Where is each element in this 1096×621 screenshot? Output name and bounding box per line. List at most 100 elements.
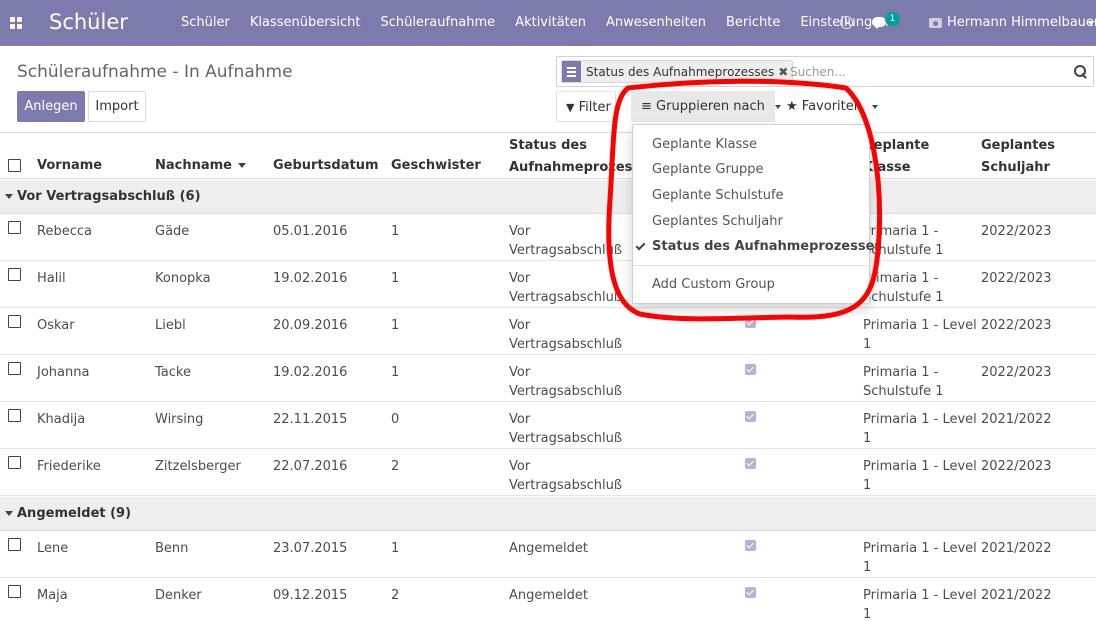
cell-status: Angemeldet <box>509 539 588 558</box>
cell-vorname: Rebecca <box>37 224 92 239</box>
filter-button-label: Filter <box>578 100 611 115</box>
caret-down-icon <box>5 511 13 516</box>
column-header-vorname[interactable]: Vorname <box>37 155 102 177</box>
favorites-button[interactable]: ★ Favoriten <box>777 91 879 122</box>
menu-item-berichte[interactable]: Berichte <box>716 0 790 46</box>
column-header-geschwister[interactable]: Geschwister <box>391 155 481 177</box>
search-input[interactable] <box>790 62 1060 82</box>
table-row[interactable]: Khadija Wirsing 22.11.2015 0 Vor Vertrags… <box>0 402 1096 449</box>
add-custom-group-option[interactable]: Add Custom Group <box>633 273 869 297</box>
table-header: Vorname Nachname Geburtsdatum Geschwiste… <box>0 132 1096 179</box>
cell-schuljahr: 2022/2023 <box>981 318 1052 333</box>
favorites-button-label: Favoriten <box>801 99 862 114</box>
row-checkbox[interactable] <box>8 585 21 598</box>
menu-item-aktivitaeten[interactable]: Aktivitäten <box>505 0 596 46</box>
cell-vorname: Friederike <box>37 459 101 474</box>
table-row[interactable]: Johanna Tacke 19.02.2016 1 Vor Vertragsab… <box>0 355 1096 402</box>
search-bar: Status des Aufnahmeprozesses ✖ <box>556 56 1094 87</box>
main-menu: Schüler Klassenübersicht Schüleraufnahme… <box>171 0 898 46</box>
row-checkbox[interactable] <box>8 268 21 281</box>
group-row[interactable]: Vor Vertragsabschluß (6) <box>0 180 1096 214</box>
row-checkbox[interactable] <box>8 456 21 469</box>
row-checkbox[interactable] <box>8 409 21 422</box>
cell-vorname: Maja <box>37 588 68 603</box>
cell-geschwister: 1 <box>391 224 400 239</box>
cell-klasse: Primaria 1 - Level 1 <box>863 410 977 448</box>
row-checkbox[interactable] <box>8 315 21 328</box>
user-menu[interactable]: Hermann Himmelbauer <box>947 0 1096 46</box>
cell-geschwister: 2 <box>391 588 400 603</box>
group-by-option-status[interactable]: Status des Aufnahmeprozesses <box>633 235 882 259</box>
filter-funnel-icon: ▼ <box>566 101 575 114</box>
cell-status: Vor Vertragsabschluß <box>509 316 622 354</box>
cell-status-line2: Vertragsabschluß <box>509 290 623 305</box>
group-by-button-label: Gruppieren nach <box>656 99 765 114</box>
page-title: Schüleraufnahme - In Aufnahme <box>17 62 293 82</box>
column-header-schuljahr[interactable]: Geplantes Schuljahr <box>981 135 1055 179</box>
cell-nachname: Wirsing <box>155 412 204 427</box>
table-row[interactable]: Lene Benn 23.07.2015 1 Angemeldet Primar… <box>0 531 1096 578</box>
table-row[interactable]: Friederike Zitzelsberger 22.07.2016 2 Vo… <box>0 449 1096 496</box>
cell-status-line1: Vor <box>509 459 531 474</box>
cell-status: Vor Vertragsabschluß <box>509 457 622 495</box>
row-checkbox[interactable] <box>8 221 21 234</box>
chat-counter-badge: 1 <box>885 12 900 26</box>
row-checkbox[interactable] <box>8 538 21 551</box>
cell-klasse-line1: Primaria 1 - Level <box>863 412 977 427</box>
group-by-option-status-label: Status des Aufnahmeprozesses <box>652 239 883 254</box>
column-header-geburtsdatum[interactable]: Geburtsdatum <box>273 155 379 177</box>
group-label: Vor Vertragsabschluß (6) <box>17 189 201 204</box>
cell-klasse: Primaria 1 - Schulstufe 1 <box>863 363 944 401</box>
table-row[interactable]: Rebecca Gäde 05.01.2016 1 Vor Vertragsabs… <box>0 214 1096 261</box>
table-row[interactable]: Maja Denker 09.12.2015 2 Angemeldet Prim… <box>0 578 1096 621</box>
cell-status-line1: Vor <box>509 365 531 380</box>
cell-geburtsdatum: 19.02.2016 <box>273 271 348 286</box>
menu-item-schueler[interactable]: Schüler <box>171 0 240 46</box>
cell-geburtsdatum: 20.09.2016 <box>273 318 348 333</box>
caret-down-icon <box>5 194 13 199</box>
cell-status: Vor Vertragsabschluß <box>509 269 622 307</box>
boolean-check-icon <box>745 411 756 422</box>
menu-item-anwesenheiten[interactable]: Anwesenheiten <box>596 0 716 46</box>
cell-nachname: Tacke <box>155 365 191 380</box>
column-header-klasse[interactable]: Geplante Klasse <box>863 135 929 179</box>
cell-status-line1: Vor <box>509 224 531 239</box>
group-row[interactable]: Angemeldet (9) <box>0 497 1096 531</box>
create-button[interactable]: Anlegen <box>17 91 85 122</box>
group-by-option-geplante-gruppe[interactable]: Geplante Gruppe <box>633 158 869 182</box>
app-brand[interactable]: Schüler <box>49 10 128 34</box>
import-button[interactable]: Import <box>88 91 146 122</box>
row-checkbox[interactable] <box>8 362 21 375</box>
group-by-option-geplante-schulstufe[interactable]: Geplante Schulstufe <box>633 184 869 208</box>
column-header-klasse-line2: Klasse <box>863 160 911 175</box>
boolean-check-icon <box>745 317 756 328</box>
apps-menu-icon[interactable] <box>10 17 24 31</box>
search-icon[interactable] <box>1074 65 1087 78</box>
cell-status-line2: Vertragsabschluß <box>509 384 623 399</box>
cell-geschwister: 1 <box>391 365 400 380</box>
user-avatar-camera-icon[interactable] <box>929 18 942 28</box>
activity-clock-icon[interactable] <box>840 16 853 29</box>
filter-button[interactable]: ▼ Filter <box>556 91 616 122</box>
cell-geschwister: 1 <box>391 271 400 286</box>
group-by-button[interactable]: ≡ Gruppieren nach <box>631 91 781 122</box>
cell-schuljahr: 2022/2023 <box>981 459 1052 474</box>
checkmark-icon <box>635 240 646 251</box>
table-row[interactable]: Halil Konopka 19.02.2016 1 Vor Vertragsab… <box>0 261 1096 308</box>
menu-item-klassenuebersicht[interactable]: Klassenübersicht <box>240 0 371 46</box>
top-navbar: Schüler Schüler Klassenübersicht Schüler… <box>0 0 1096 46</box>
messaging-chat-icon[interactable] <box>872 17 886 29</box>
user-menu-caret-icon[interactable] <box>1087 21 1095 25</box>
select-all-checkbox[interactable] <box>8 159 21 172</box>
group-by-option-geplantes-schuljahr[interactable]: Geplantes Schuljahr <box>633 210 869 234</box>
cell-klasse-line1: Primaria 1 - Level <box>863 318 977 333</box>
group-by-option-geplante-klasse[interactable]: Geplante Klasse <box>633 133 869 157</box>
search-facet: Status des Aufnahmeprozesses ✖ <box>561 60 794 83</box>
cell-status-line2: Vertragsabschluß <box>509 478 623 493</box>
menu-item-schueleraufnahme[interactable]: Schüleraufnahme <box>370 0 505 46</box>
cell-nachname: Denker <box>155 588 202 603</box>
cell-vorname: Johanna <box>37 365 90 380</box>
column-header-nachname[interactable]: Nachname <box>155 155 247 177</box>
table-row[interactable]: Oskar Liebl 20.09.2016 1 Vor Vertragsabsc… <box>0 308 1096 355</box>
cell-klasse-line2: 1 <box>863 607 872 621</box>
